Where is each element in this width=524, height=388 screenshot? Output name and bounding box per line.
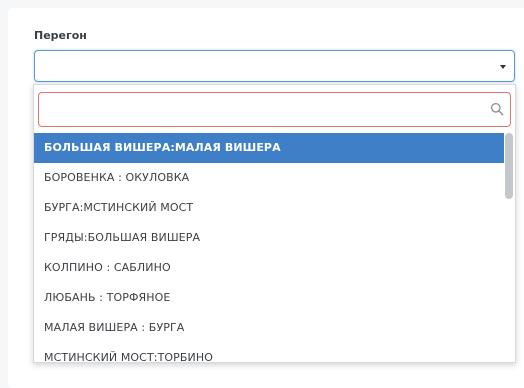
option-item[interactable]: ЛЮБАНЬ : ТОРФЯНОЕ	[34, 283, 504, 313]
caret-down-icon[interactable]	[500, 65, 506, 69]
route-select[interactable]	[34, 50, 515, 82]
option-item[interactable]: БОРОВЕНКА : ОКУЛОВКА	[34, 163, 504, 193]
dropdown-panel: БОЛЬШАЯ ВИШЕРА:МАЛАЯ ВИШЕРА БОРОВЕНКА : …	[33, 84, 516, 363]
option-item-selected[interactable]: БОЛЬШАЯ ВИШЕРА:МАЛАЯ ВИШЕРА	[34, 133, 504, 163]
option-item[interactable]: МСТИНСКИЙ МОСТ:ТОРБИНО	[34, 343, 504, 362]
option-item[interactable]: КОЛПИНО : САБЛИНО	[34, 253, 504, 283]
options-list: БОЛЬШАЯ ВИШЕРА:МАЛАЯ ВИШЕРА БОРОВЕНКА : …	[34, 133, 504, 362]
scrollbar[interactable]	[505, 133, 513, 361]
option-item[interactable]: МАЛАЯ ВИШЕРА : БУРГА	[34, 313, 504, 343]
option-item[interactable]: БУРГА:МСТИНСКИЙ МОСТ	[34, 193, 504, 223]
search-icon	[490, 102, 504, 116]
search-box[interactable]	[38, 92, 511, 127]
option-item[interactable]: ГРЯДЫ:БОЛЬШАЯ ВИШЕРА	[34, 223, 504, 253]
search-input[interactable]	[39, 93, 495, 126]
field-label: Перегон	[34, 29, 87, 42]
scrollbar-thumb[interactable]	[505, 133, 513, 199]
